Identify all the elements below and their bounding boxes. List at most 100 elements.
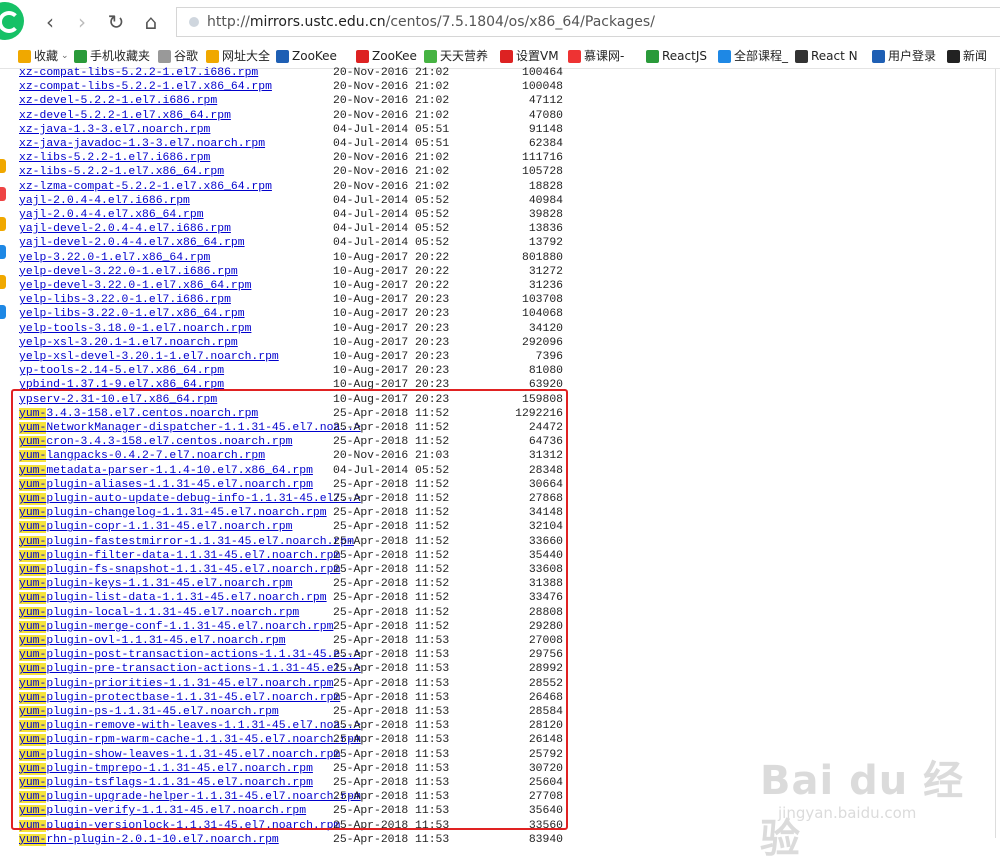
file-link[interactable]: yum-langpacks-0.4.2-7.el7.noarch.rpm (19, 449, 265, 463)
file-size: 62384 (528, 138, 563, 150)
file-link[interactable]: yum-plugin-local-1.1.31-45.el7.noarch.rp… (19, 606, 299, 620)
file-link[interactable]: yum-3.4.3-158.el7.centos.noarch.rpm (19, 407, 258, 421)
back-icon[interactable]: ‹ (38, 10, 62, 34)
file-link[interactable]: yum-plugin-ovl-1.1.31-45.el7.noarch.rpm (19, 634, 286, 648)
file-link[interactable]: xz-devel-5.2.2-1.el7.x86_64.rpm (19, 109, 231, 123)
file-size: 31312 (528, 450, 563, 463)
file-link[interactable]: xz-java-1.3-3.el7.noarch.rpm (19, 123, 210, 137)
bookmark-item[interactable]: React N (795, 48, 858, 64)
bookmark-item[interactable]: 新闻 (947, 48, 987, 64)
file-link[interactable]: yum-plugin-protectbase-1.1.31-45.el7.noa… (19, 691, 340, 705)
file-link[interactable]: yum-plugin-pre-transaction-actions-1.1.3… (19, 662, 361, 676)
file-name: ypserv-2.31-10.el7.x86_64.rpm (19, 393, 218, 406)
site-info-icon[interactable] (189, 17, 199, 27)
bookmark-item[interactable]: ReactJS (646, 48, 707, 64)
file-link[interactable]: yum-plugin-tsflags-1.1.31-45.el7.noarch.… (19, 776, 313, 790)
file-link[interactable]: yelp-3.22.0-1.el7.x86_64.rpm (19, 251, 210, 265)
file-link[interactable]: yum-plugin-keys-1.1.31-45.el7.noarch.rpm (19, 577, 292, 591)
file-link[interactable]: yum-plugin-fs-snapshot-1.1.31-45.el7.noa… (19, 563, 340, 577)
file-link[interactable]: xz-java-javadoc-1.3-3.el7.noarch.rpm (19, 137, 265, 151)
file-date: 25-Apr-2018 11:52 (333, 578, 450, 591)
browser-toolbar: ‹ › ↻ ⌂ http://mirrors.ustc.edu.cn/cento… (0, 0, 1000, 44)
file-name: rhn-plugin-2.0.1-10.el7.noarch.rpm (46, 833, 279, 846)
reload-icon[interactable]: ↻ (104, 10, 128, 34)
file-link[interactable]: yelp-devel-3.22.0-1.el7.x86_64.rpm (19, 279, 251, 293)
chevron-down-icon[interactable]: ⌄ (61, 48, 69, 64)
file-date: 25-Apr-2018 11:53 (333, 677, 450, 690)
file-link[interactable]: yum-cron-3.4.3-158.el7.centos.noarch.rpm (19, 435, 292, 449)
file-size: 81080 (528, 365, 563, 378)
zookee-icon (276, 49, 289, 63)
file-link[interactable]: xz-devel-5.2.2-1.el7.i686.rpm (19, 94, 217, 108)
bookmark-item[interactable]: 手机收藏夹 (74, 48, 150, 64)
file-link[interactable]: yajl-devel-2.0.4-4.el7.x86_64.rpm (19, 236, 245, 250)
address-bar[interactable]: http://mirrors.ustc.edu.cn/centos/7.5.18… (176, 7, 1000, 37)
bookmark-item[interactable]: 设置VM (500, 48, 559, 64)
file-link[interactable]: xz-compat-libs-5.2.2-1.el7.x86_64.rpm (19, 80, 272, 94)
file-link[interactable]: yum-plugin-filter-data-1.1.31-45.el7.noa… (19, 549, 340, 563)
file-name: xz-libs-5.2.2-1.el7.x86_64.rpm (19, 166, 225, 179)
file-link[interactable]: yum-plugin-versionlock-1.1.31-45.el7.noa… (19, 819, 340, 833)
file-link[interactable]: xz-compat-libs-5.2.2-1.el7.i686.rpm (19, 66, 258, 80)
file-link[interactable]: yum-plugin-ps-1.1.31-45.el7.noarch.rpm (19, 705, 279, 719)
file-link[interactable]: yum-plugin-list-data-1.1.31-45.el7.noarc… (19, 591, 327, 605)
search-highlight: yum- (19, 578, 47, 591)
file-link[interactable]: yelp-libs-3.22.0-1.el7.x86_64.rpm (19, 307, 245, 321)
file-link[interactable]: yelp-libs-3.22.0-1.el7.i686.rpm (19, 293, 231, 307)
table-row: yum-cron-3.4.3-158.el7.centos.noarch.rpm… (19, 435, 579, 449)
address-url[interactable]: http://mirrors.ustc.edu.cn/centos/7.5.18… (207, 14, 655, 30)
sites-icon (206, 49, 219, 63)
zt-icon (872, 49, 885, 63)
file-link[interactable]: yelp-tools-3.18.0-1.el7.noarch.rpm (19, 322, 251, 336)
file-link[interactable]: yajl-2.0.4-4.el7.i686.rpm (19, 194, 190, 208)
file-name: yajl-devel-2.0.4-4.el7.x86_64.rpm (19, 237, 245, 250)
bookmark-item[interactable]: 收藏 ⌄ (18, 48, 69, 64)
bookmark-item[interactable]: 用户登录 (872, 48, 936, 64)
file-link[interactable]: yum-plugin-tmprepo-1.1.31-45.el7.noarch.… (19, 762, 313, 776)
file-link[interactable]: yelp-xsl-3.20.1-1.el7.noarch.rpm (19, 336, 238, 350)
file-link[interactable]: yum-metadata-parser-1.1.4-10.el7.x86_64.… (19, 464, 313, 478)
file-link[interactable]: yum-NetworkManager-dispatcher-1.1.31-45.… (19, 421, 361, 435)
file-link[interactable]: ypbind-1.37.1-9.el7.x86_64.rpm (19, 378, 224, 392)
file-link[interactable]: yum-plugin-copr-1.1.31-45.el7.noarch.rpm (19, 520, 292, 534)
file-name: plugin-protectbase-1.1.31-45.el7.noarch.… (46, 691, 341, 704)
search-highlight: yum- (19, 649, 47, 662)
file-link[interactable]: yum-plugin-fastestmirror-1.1.31-45.el7.n… (19, 535, 354, 549)
file-link[interactable]: yum-plugin-aliases-1.1.31-45.el7.noarch.… (19, 478, 313, 492)
file-link[interactable]: xz-libs-5.2.2-1.el7.x86_64.rpm (19, 165, 224, 179)
bookmark-item[interactable]: 网址大全 (206, 48, 270, 64)
file-link[interactable]: yum-rhn-plugin-2.0.1-10.el7.noarch.rpm (19, 833, 279, 847)
bookmark-item[interactable]: ZooKee (276, 48, 337, 64)
bookmark-item[interactable]: 谷歌 (158, 48, 198, 64)
file-name: metadata-parser-1.1.4-10.el7.x86_64.rpm (46, 464, 313, 477)
file-link[interactable]: yum-plugin-verify-1.1.31-45.el7.noarch.r… (19, 804, 306, 818)
table-row: yajl-devel-2.0.4-4.el7.x86_64.rpm 04-Jul-… (19, 236, 579, 250)
react-green-icon (646, 49, 659, 63)
file-link[interactable]: yum-plugin-rpm-warm-cache-1.1.31-45.el7.… (19, 733, 361, 747)
bookmark-item[interactable]: ZooKee (356, 48, 417, 64)
home-icon[interactable]: ⌂ (139, 10, 163, 34)
bookmark-item[interactable]: 慕课网- (568, 48, 624, 64)
file-link[interactable]: yajl-2.0.4-4.el7.x86_64.rpm (19, 208, 204, 222)
file-link[interactable]: yum-plugin-merge-conf-1.1.31-45.el7.noar… (19, 620, 333, 634)
table-row: yum-plugin-local-1.1.31-45.el7.noarch.rp… (19, 606, 579, 620)
file-link[interactable]: yelp-devel-3.22.0-1.el7.i686.rpm (19, 265, 238, 279)
file-link[interactable]: yelp-xsl-devel-3.20.1-1.el7.noarch.rpm (19, 350, 279, 364)
file-link[interactable]: yajl-devel-2.0.4-4.el7.i686.rpm (19, 222, 231, 236)
file-link[interactable]: ypserv-2.31-10.el7.x86_64.rpm (19, 393, 217, 407)
file-link[interactable]: yum-plugin-priorities-1.1.31-45.el7.noar… (19, 677, 333, 691)
browser-logo-icon[interactable] (0, 2, 24, 40)
file-link[interactable]: yum-plugin-changelog-1.1.31-45.el7.noarc… (19, 506, 327, 520)
file-link[interactable]: yp-tools-2.14-5.el7.x86_64.rpm (19, 364, 224, 378)
file-link[interactable]: yum-plugin-auto-update-debug-info-1.1.31… (19, 492, 361, 506)
file-link[interactable]: xz-libs-5.2.2-1.el7.i686.rpm (19, 151, 210, 165)
file-size: 28584 (528, 706, 563, 718)
file-link[interactable]: xz-lzma-compat-5.2.2-1.el7.x86_64.rpm (19, 180, 272, 194)
bookmark-item[interactable]: 天天营养 (424, 48, 488, 64)
file-link[interactable]: yum-plugin-remove-with-leaves-1.1.31-45.… (19, 719, 361, 733)
file-link[interactable]: yum-plugin-post-transaction-actions-1.1.… (19, 648, 361, 662)
bookmark-item[interactable]: 全部课程_ (718, 48, 788, 64)
file-link[interactable]: yum-plugin-show-leaves-1.1.31-45.el7.noa… (19, 748, 340, 762)
file-link[interactable]: yum-plugin-upgrade-helper-1.1.31-45.el7.… (19, 790, 361, 804)
forward-icon[interactable]: › (70, 10, 94, 34)
